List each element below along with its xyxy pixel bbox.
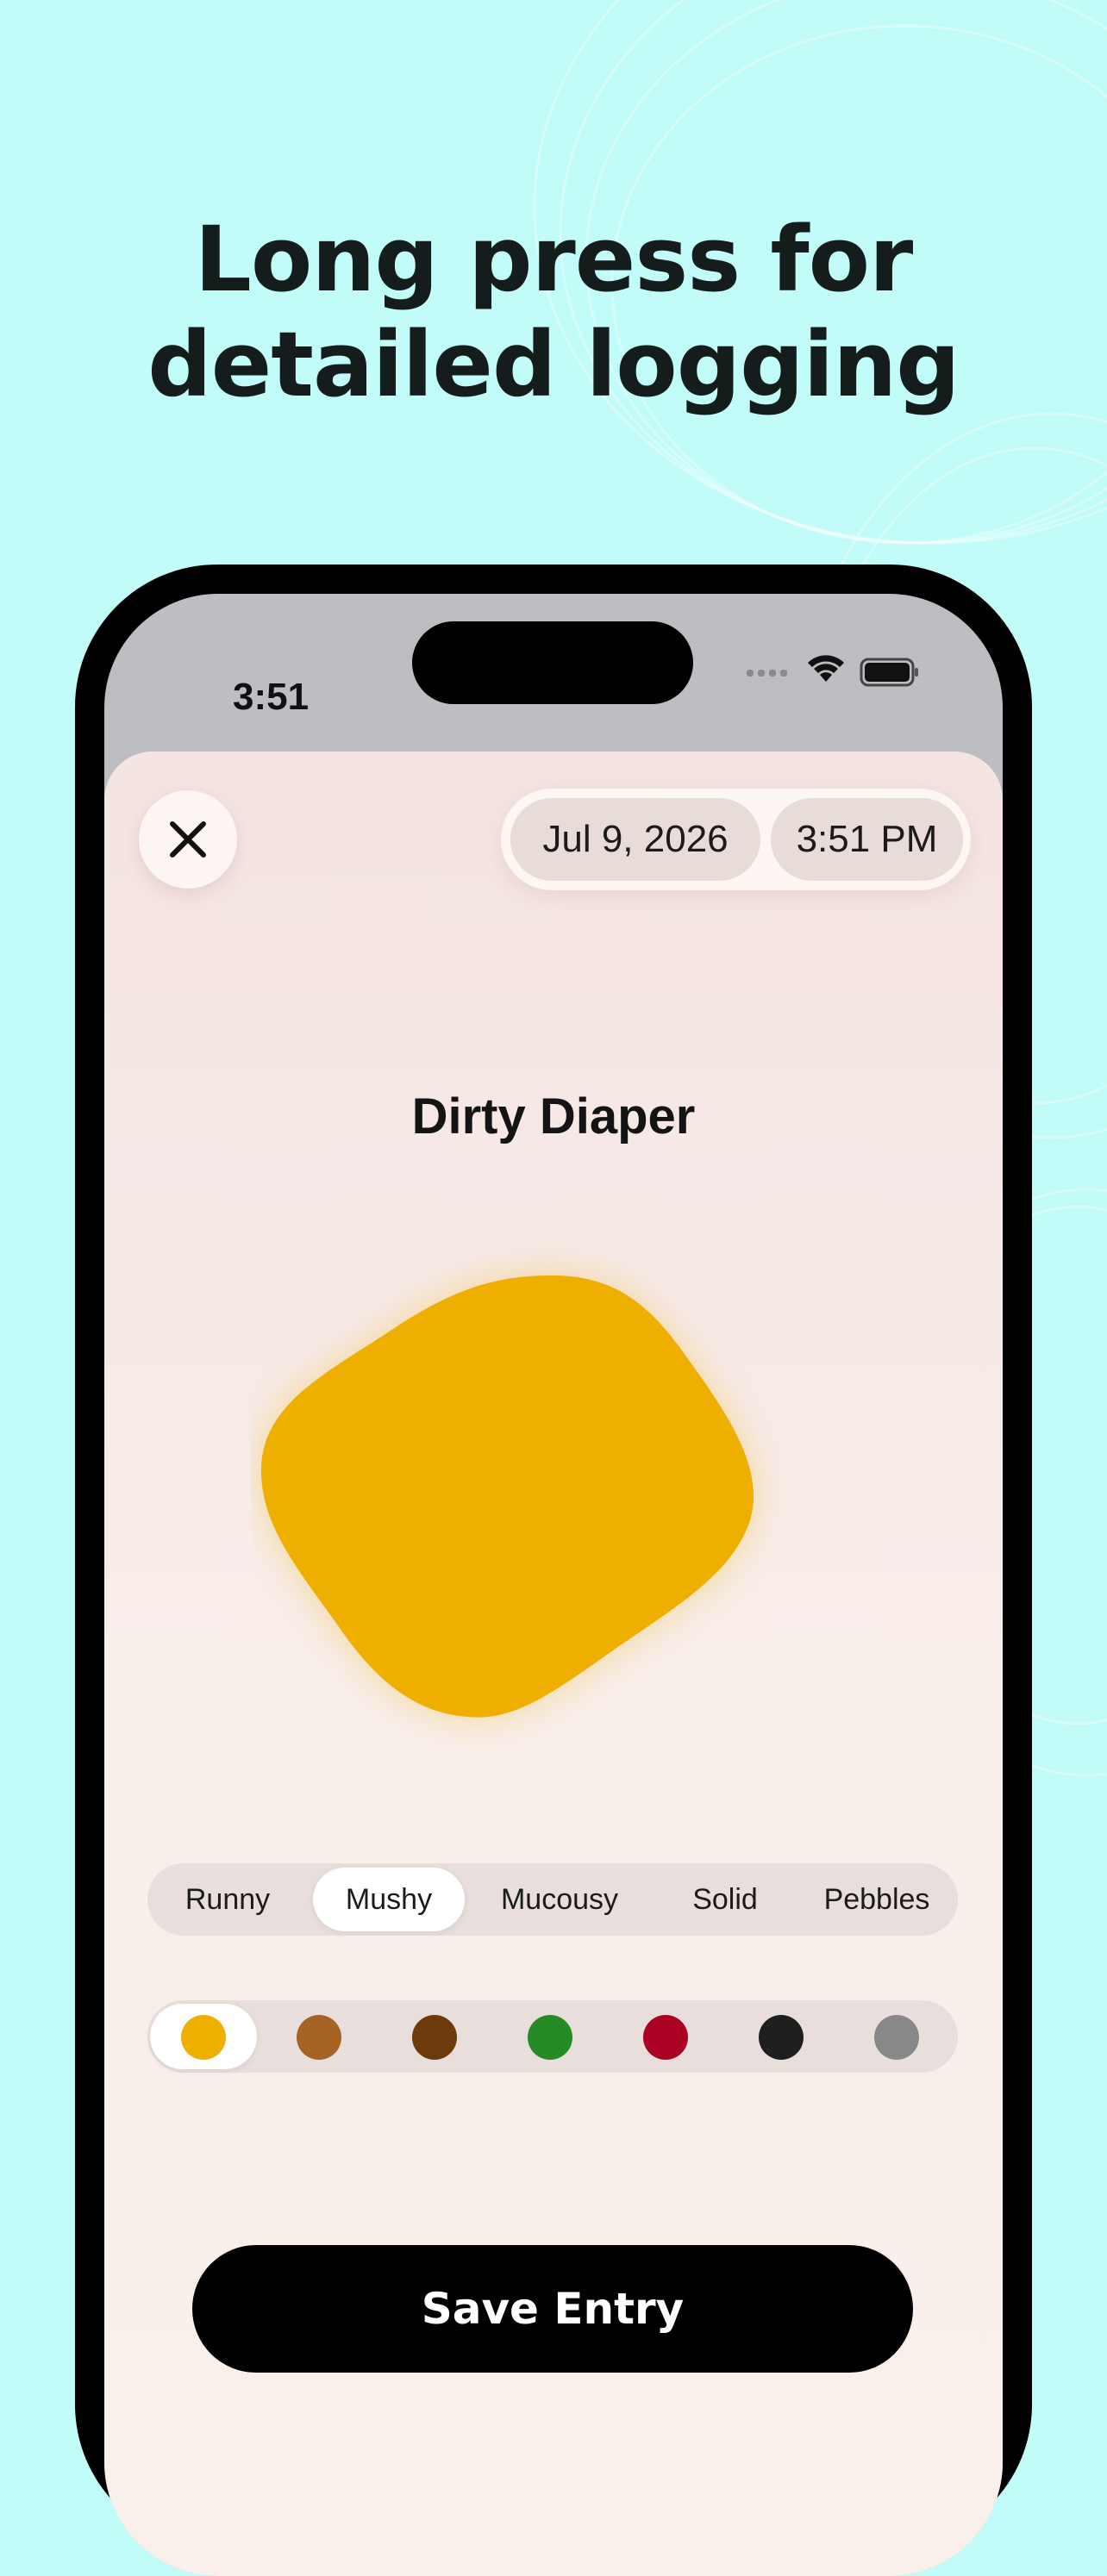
entry-sheet: Jul 9, 2026 3:51 PM Dirty Diaper Runny M… [104, 752, 1003, 2576]
color-swatch-gray[interactable] [874, 2015, 919, 2060]
headline-line-1: Long press for [194, 207, 914, 312]
color-selector [147, 2000, 958, 2073]
consistency-pebbles[interactable]: Pebbles [806, 1868, 948, 1931]
consistency-selector: Runny Mushy Mucousy Solid Pebbles [147, 1863, 958, 1936]
headline-line-2: detailed logging [147, 312, 960, 417]
close-icon [170, 821, 206, 858]
entry-title: Dirty Diaper [411, 1088, 696, 1145]
time-picker-button[interactable]: 3:51 PM [771, 798, 963, 881]
close-button[interactable] [139, 790, 237, 889]
color-swatch-black[interactable] [759, 2015, 804, 2060]
diaper-blob[interactable] [251, 1208, 854, 1812]
consistency-runny[interactable]: Runny [163, 1868, 292, 1931]
consistency-solid[interactable]: Solid [656, 1868, 794, 1931]
phone-screen: 3:51 Jul 9, 2026 3:51 PM Dirty Diaper Ru… [104, 594, 1003, 2576]
color-swatch-brown[interactable] [412, 2015, 457, 2060]
dynamic-island [412, 621, 693, 704]
date-picker-button[interactable]: Jul 9, 2026 [510, 798, 760, 881]
color-swatch-yellow[interactable] [181, 2015, 226, 2060]
battery-icon [860, 658, 918, 687]
datetime-picker: Jul 9, 2026 3:51 PM [501, 789, 971, 890]
color-swatch-red[interactable] [643, 2015, 688, 2060]
status-icons [747, 655, 918, 687]
wifi-icon [808, 655, 844, 682]
save-entry-button[interactable]: Save Entry [192, 2245, 913, 2373]
phone-frame: 3:51 Jul 9, 2026 3:51 PM Dirty Diaper Ru… [75, 564, 1032, 2576]
consistency-mucousy[interactable]: Mucousy [475, 1868, 644, 1931]
headline: Long press for detailed logging [0, 207, 1107, 417]
cellular-icon [747, 670, 787, 677]
consistency-mushy[interactable]: Mushy [313, 1868, 465, 1931]
status-time: 3:51 [233, 676, 310, 718]
color-swatch-tan[interactable] [297, 2015, 341, 2060]
color-swatch-green[interactable] [528, 2015, 572, 2060]
